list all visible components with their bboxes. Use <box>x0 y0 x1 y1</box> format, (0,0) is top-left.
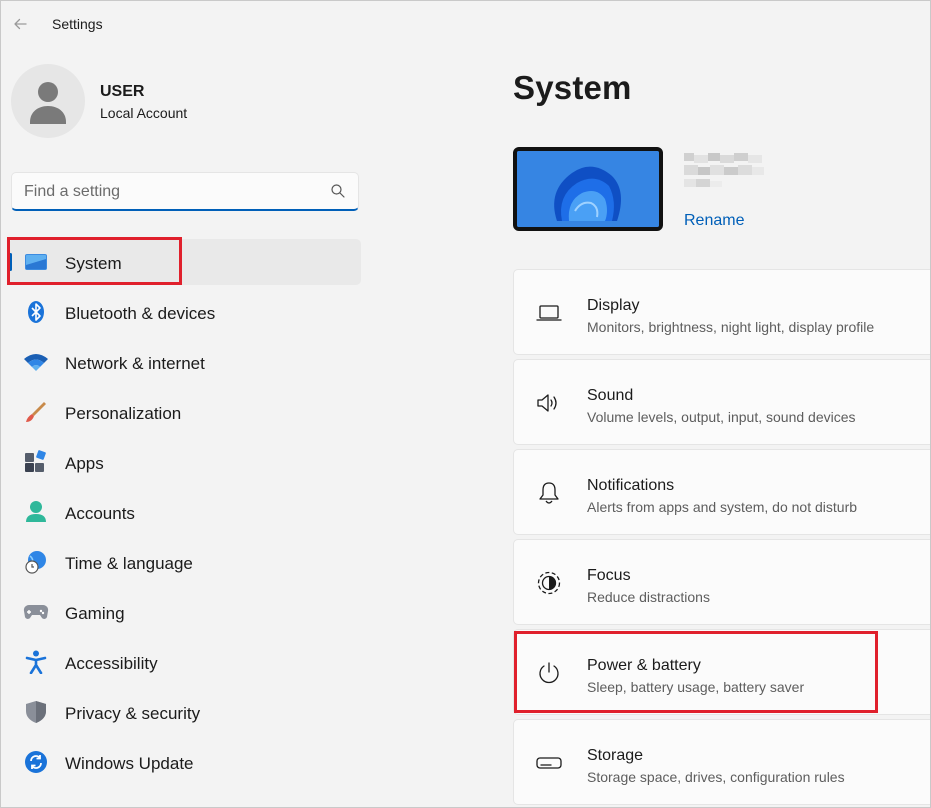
device-wallpaper-thumbnail <box>513 147 663 231</box>
settings-card-list: Display Monitors, brightness, night ligh… <box>513 269 930 807</box>
sidebar-item-system[interactable]: System <box>9 239 361 285</box>
sidebar-item-personalization[interactable]: Personalization <box>9 389 361 435</box>
sidebar-item-label: Accounts <box>65 504 135 523</box>
sidebar-nav: System Bluetooth & devices Network & int… <box>9 239 361 789</box>
apps-icon <box>23 450 49 474</box>
sidebar-item-label: Bluetooth & devices <box>65 304 216 323</box>
focus-icon <box>536 571 562 595</box>
card-title: Sound <box>587 387 634 404</box>
title-bar: Settings <box>1 1 930 47</box>
card-sound[interactable]: Sound Volume levels, output, input, soun… <box>513 359 930 445</box>
card-subtitle: Volume levels, output, input, sound devi… <box>587 409 856 425</box>
sidebar-item-label: Accessibility <box>65 654 158 673</box>
accounts-icon <box>23 500 49 524</box>
card-storage[interactable]: Storage Storage space, drives, configura… <box>513 719 930 805</box>
power-icon <box>536 661 562 685</box>
sidebar-item-label: Personalization <box>65 404 182 423</box>
card-subtitle: Reduce distractions <box>587 589 710 605</box>
card-title: Power & battery <box>587 657 701 674</box>
bell-icon <box>536 481 562 505</box>
system-icon <box>23 250 49 274</box>
sidebar-item-bluetooth[interactable]: Bluetooth & devices <box>9 289 361 335</box>
sidebar-item-windows-update[interactable]: Windows Update <box>9 739 361 785</box>
sidebar-item-label: Privacy & security <box>65 704 201 723</box>
sidebar-item-time-language[interactable]: Time & language <box>9 539 361 585</box>
card-title: Display <box>587 297 640 314</box>
settings-window: Settings USER Local Account System Bluet… <box>0 0 931 808</box>
back-arrow-icon <box>14 18 27 30</box>
card-power-battery[interactable]: Power & battery Sleep, battery usage, ba… <box>513 629 930 715</box>
card-subtitle: Monitors, brightness, night light, displ… <box>587 319 875 335</box>
sidebar-item-label: System <box>65 254 122 273</box>
sidebar-item-label: Network & internet <box>65 354 205 373</box>
rename-link[interactable]: Rename <box>684 212 744 230</box>
accessibility-icon <box>23 650 49 674</box>
gamepad-icon <box>23 600 49 624</box>
card-title: Notifications <box>587 477 675 494</box>
page-title: System <box>513 69 632 106</box>
storage-icon <box>536 751 562 775</box>
user-name: USER <box>100 83 145 100</box>
card-focus[interactable]: Focus Reduce distractions <box>513 539 930 625</box>
sidebar-item-label: Time & language <box>65 554 193 573</box>
sidebar-item-label: Gaming <box>65 604 125 623</box>
search-box <box>11 172 359 211</box>
display-icon <box>536 301 562 325</box>
update-icon <box>23 750 49 774</box>
device-name-redacted <box>684 153 764 187</box>
user-silhouette-icon <box>30 82 66 124</box>
sidebar-item-label: Windows Update <box>65 754 194 773</box>
sidebar-item-privacy-security[interactable]: Privacy & security <box>9 689 361 735</box>
card-display[interactable]: Display Monitors, brightness, night ligh… <box>513 269 930 355</box>
wifi-icon <box>23 350 49 374</box>
brush-icon <box>23 400 49 424</box>
search-icon[interactable] <box>330 183 346 199</box>
card-title: Focus <box>587 567 631 584</box>
sidebar-item-label: Apps <box>65 454 104 473</box>
app-title: Settings <box>52 16 103 32</box>
bloom-wallpaper-icon <box>517 151 659 227</box>
card-subtitle: Alerts from apps and system, do not dist… <box>587 499 858 515</box>
card-notifications[interactable]: Notifications Alerts from apps and syste… <box>513 449 930 535</box>
globe-clock-icon <box>23 550 49 574</box>
speaker-icon <box>536 391 562 415</box>
sidebar-item-gaming[interactable]: Gaming <box>9 589 361 635</box>
card-title: Storage <box>587 747 644 764</box>
shield-icon <box>23 700 49 724</box>
account-type: Local Account <box>100 105 188 121</box>
card-subtitle: Storage space, drives, configuration rul… <box>587 769 845 785</box>
bluetooth-icon <box>23 300 49 324</box>
sidebar-item-apps[interactable]: Apps <box>9 439 361 485</box>
avatar[interactable] <box>11 64 85 138</box>
sidebar-item-accounts[interactable]: Accounts <box>9 489 361 535</box>
sidebar-item-accessibility[interactable]: Accessibility <box>9 639 361 685</box>
card-subtitle: Sleep, battery usage, battery saver <box>587 679 805 695</box>
search-input[interactable] <box>24 180 324 204</box>
back-button[interactable] <box>9 13 31 35</box>
sidebar-item-network[interactable]: Network & internet <box>9 339 361 385</box>
